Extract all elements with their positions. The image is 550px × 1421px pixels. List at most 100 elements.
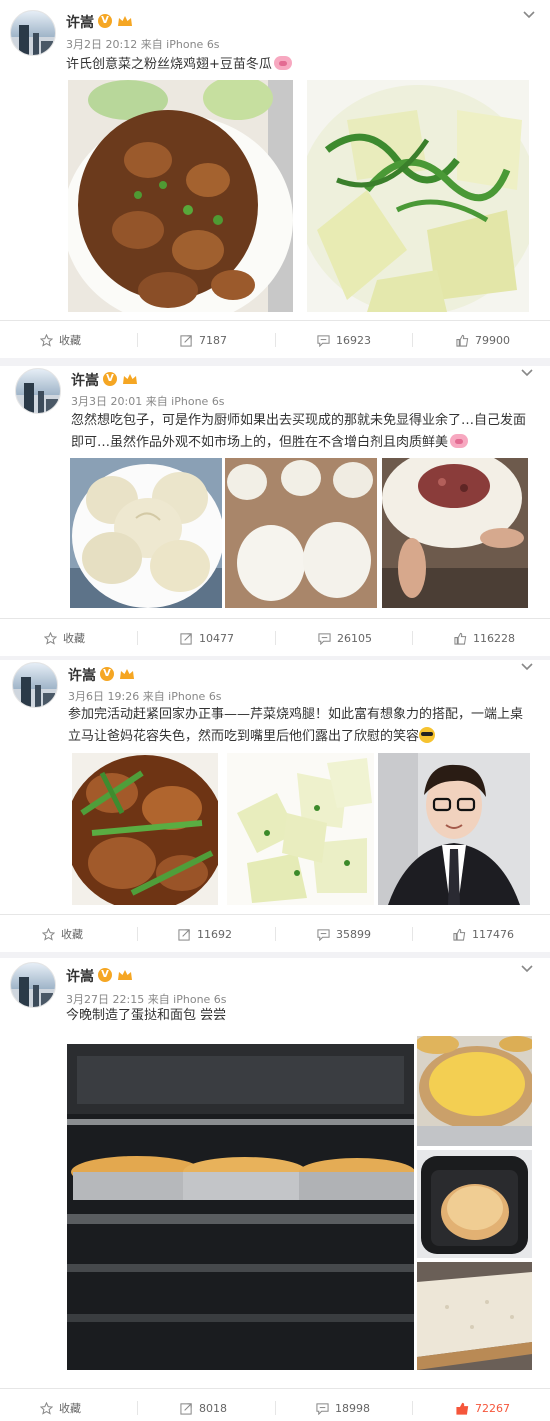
comment-count: 16923 [336, 333, 371, 347]
post-image[interactable] [225, 458, 377, 608]
username[interactable]: 许嵩 [71, 370, 99, 390]
action-bar: 收藏 11692 35899 117476 [0, 914, 550, 952]
avatar[interactable] [10, 962, 56, 1008]
post-meta: 3月2日 20:12 来自 iPhone 6s [66, 38, 220, 51]
post-image[interactable] [227, 753, 374, 905]
divider [137, 631, 138, 645]
post-text: 今晚制造了蛋挞和面包 尝尝 [66, 1008, 227, 1023]
username[interactable]: 许嵩 [68, 665, 96, 685]
post-image[interactable] [417, 1036, 532, 1146]
divider [275, 333, 276, 347]
like-button[interactable]: 72267 [456, 1389, 510, 1421]
comment-button[interactable]: 16923 [317, 321, 371, 359]
star-icon [40, 333, 53, 347]
post-image[interactable] [67, 1044, 414, 1370]
like-count: 117476 [472, 927, 514, 941]
avatar[interactable] [10, 10, 56, 56]
divider [137, 1401, 138, 1415]
comment-icon [317, 334, 330, 347]
verified-v-icon: V [98, 968, 112, 982]
post-image[interactable] [417, 1262, 532, 1370]
post-image[interactable] [68, 80, 293, 312]
post-image[interactable] [417, 1150, 532, 1258]
post-text: 许氏创意菜之粉丝烧鸡翅+豆苗冬瓜 [66, 54, 536, 76]
repost-count: 10477 [199, 631, 234, 645]
chevron-down-icon[interactable] [522, 8, 536, 22]
divider [275, 1401, 276, 1415]
favorite-button[interactable]: 收藏 [40, 321, 81, 359]
thumbs-up-icon [456, 334, 469, 347]
comment-count: 18998 [335, 1401, 370, 1415]
star-icon [42, 927, 55, 941]
action-bar: 收藏 10477 26105 116228 [0, 618, 550, 656]
repost-button[interactable]: 7187 [180, 321, 227, 359]
post-text: 忽然想吃包子，可是作为厨师如果出去买现成的那就未免显得业余了…自己发面即可…虽然… [71, 413, 527, 450]
repost-button[interactable]: 10477 [180, 619, 234, 657]
post-image[interactable] [382, 458, 528, 608]
comment-icon [316, 1402, 329, 1415]
star-icon [40, 1401, 53, 1415]
comment-icon [317, 928, 330, 941]
post-image[interactable] [307, 80, 529, 312]
chevron-down-icon[interactable] [520, 962, 534, 976]
comment-button[interactable]: 26105 [318, 619, 372, 657]
sunglasses-emoji-icon [419, 727, 436, 743]
vip-crown-icon [118, 16, 132, 26]
post-image[interactable] [72, 753, 218, 905]
star-icon [44, 631, 57, 645]
favorite-label: 收藏 [61, 928, 83, 941]
repost-count: 7187 [199, 333, 227, 347]
verified-v-icon: V [103, 372, 117, 386]
avatar[interactable] [15, 368, 61, 414]
post-meta: 3月6日 19:26 来自 iPhone 6s [68, 690, 222, 703]
repost-button[interactable]: 11692 [178, 915, 232, 953]
like-count: 116228 [473, 631, 515, 645]
divider [412, 631, 413, 645]
favorite-button[interactable]: 收藏 [42, 915, 83, 953]
weibo-post: 许嵩 V 3月2日 20:12 来自 iPhone 6s 许氏创意菜之粉丝烧鸡翅… [0, 0, 550, 358]
comment-count: 26105 [337, 631, 372, 645]
verified-v-icon: V [98, 14, 112, 28]
favorite-label: 收藏 [59, 1402, 81, 1415]
repost-icon [180, 334, 192, 347]
comment-icon [318, 632, 331, 645]
post-image[interactable] [378, 753, 530, 905]
chevron-down-icon[interactable] [520, 660, 534, 674]
username[interactable]: 许嵩 [66, 966, 94, 986]
avatar[interactable] [12, 662, 58, 708]
post-separator [0, 358, 550, 366]
divider [275, 631, 276, 645]
vip-crown-icon [123, 374, 137, 384]
action-bar: 收藏 8018 18998 72267 [0, 1388, 550, 1421]
repost-count: 8018 [199, 1401, 227, 1415]
username[interactable]: 许嵩 [66, 12, 94, 32]
repost-icon [180, 1402, 192, 1415]
repost-button[interactable]: 8018 [180, 1389, 227, 1421]
thumbs-up-icon [454, 632, 467, 645]
repost-icon [178, 928, 190, 941]
like-button[interactable]: 117476 [453, 915, 514, 953]
like-button[interactable]: 116228 [454, 619, 515, 657]
divider [412, 927, 413, 941]
repost-icon [180, 632, 192, 645]
like-button[interactable]: 79900 [456, 321, 510, 359]
favorite-button[interactable]: 收藏 [40, 1389, 81, 1421]
comment-button[interactable]: 18998 [316, 1389, 370, 1421]
vip-crown-icon [118, 970, 132, 980]
thumbs-up-icon [453, 928, 466, 941]
action-bar: 收藏 7187 16923 79900 [0, 320, 550, 358]
like-count: 72267 [475, 1401, 510, 1415]
favorite-button[interactable]: 收藏 [44, 619, 85, 657]
divider [412, 1401, 413, 1415]
like-count: 79900 [475, 333, 510, 347]
favorite-label: 收藏 [63, 632, 85, 645]
divider [412, 333, 413, 347]
post-meta: 3月3日 20:01 来自 iPhone 6s [71, 395, 225, 408]
weibo-post: 许嵩 V 3月3日 20:01 来自 iPhone 6s 忽然想吃包子，可是作为… [0, 366, 550, 656]
comment-count: 35899 [336, 927, 371, 941]
comment-button[interactable]: 35899 [317, 915, 371, 953]
weibo-post: 许嵩 V 3月6日 19:26 来自 iPhone 6s 参加完活动赶紧回家办正… [0, 660, 550, 952]
post-image[interactable] [70, 458, 222, 608]
chevron-down-icon[interactable] [520, 366, 534, 380]
divider [275, 927, 276, 941]
